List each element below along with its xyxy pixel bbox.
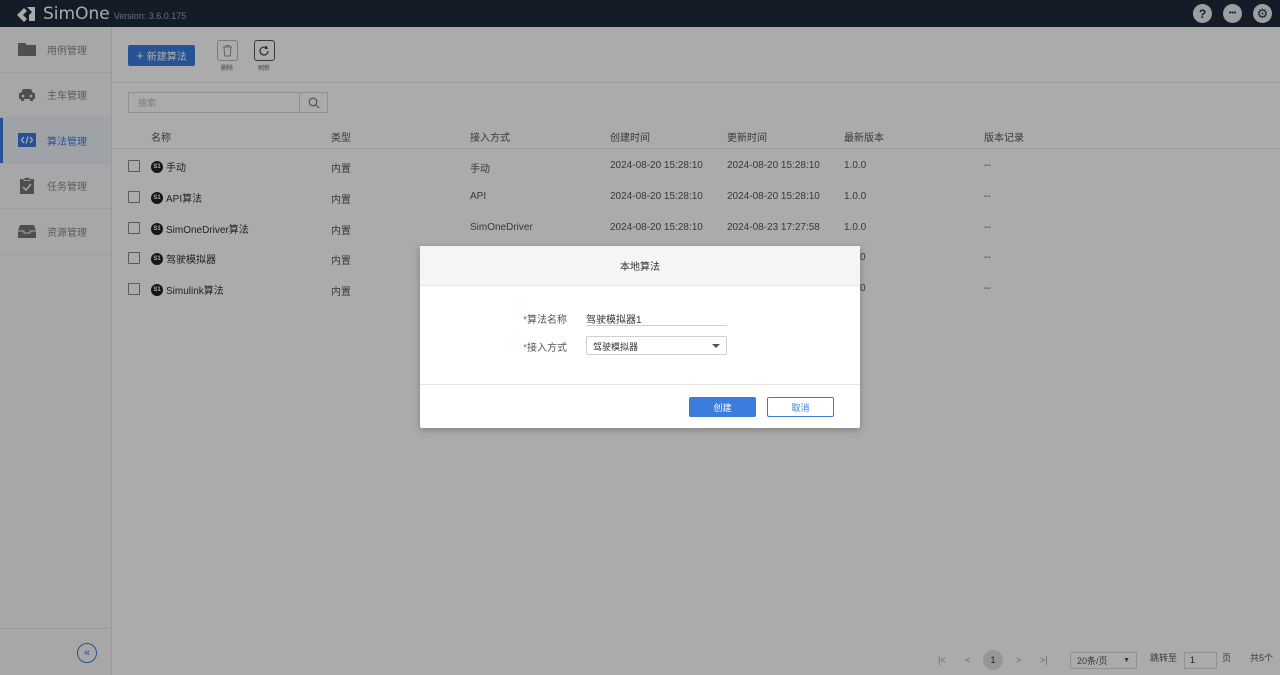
access-method-select[interactable]: 驾驶模拟器 — [586, 336, 727, 355]
chevron-down-icon — [712, 344, 720, 348]
access-method-row: *接入方式 驾驶模拟器 — [420, 336, 860, 356]
create-button[interactable]: 创建 — [689, 397, 756, 417]
cancel-button[interactable]: 取消 — [767, 397, 834, 417]
access-method-label: *接入方式 — [523, 343, 567, 354]
algorithm-name-input[interactable]: 驾驶模拟器1 — [586, 308, 727, 326]
local-algorithm-dialog: 本地算法 *算法名称 驾驶模拟器1 *接入方式 驾驶模拟器 创建 取消 — [420, 246, 860, 428]
dialog-divider — [420, 384, 860, 385]
access-method-value: 驾驶模拟器 — [593, 342, 639, 352]
algorithm-name-label: *算法名称 — [523, 315, 567, 326]
algorithm-name-row: *算法名称 驾驶模拟器1 — [420, 308, 860, 328]
dialog-title: 本地算法 — [420, 246, 860, 286]
